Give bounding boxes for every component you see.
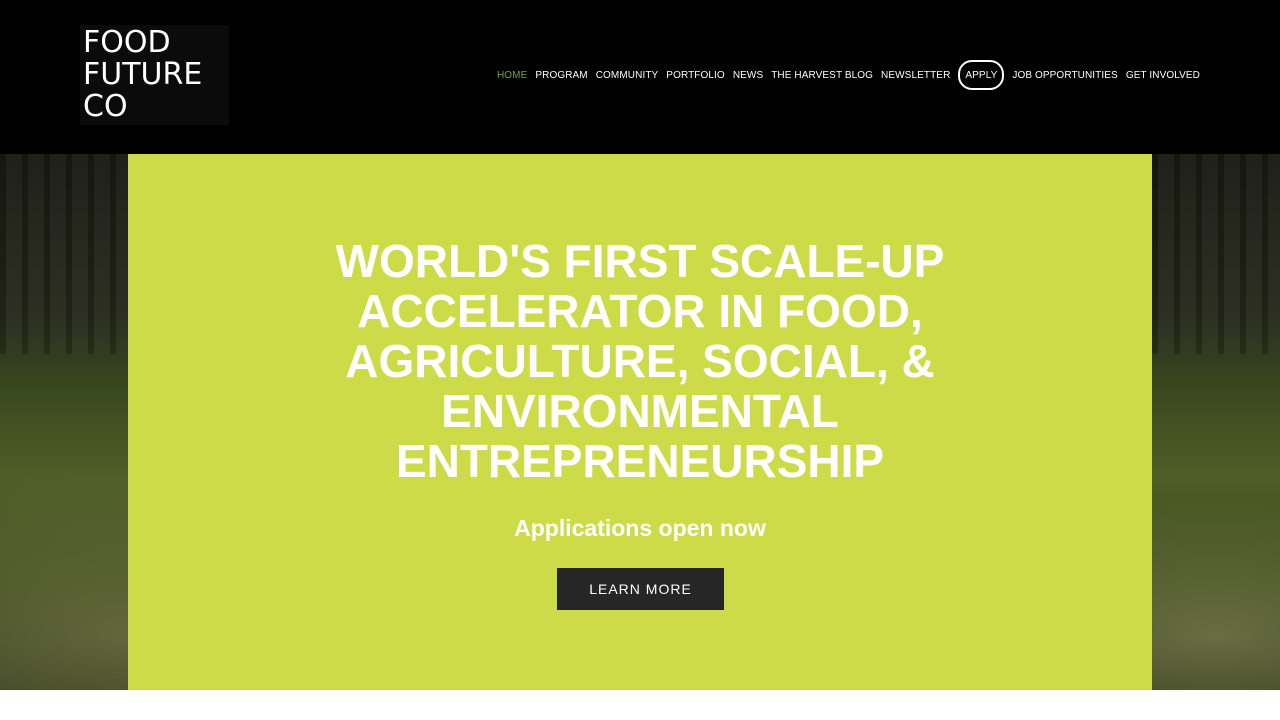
logo-line-1: FOOD <box>83 25 171 60</box>
nav-newsletter[interactable]: NEWSLETTER <box>881 70 950 81</box>
nav-community[interactable]: COMMUNITY <box>596 70 659 81</box>
nav-apply-button[interactable]: APPLY <box>958 60 1005 90</box>
nav-news[interactable]: NEWS <box>733 70 763 81</box>
food-future-co-logo[interactable]: FOOD FUTURE CO <box>80 25 229 125</box>
nav-program[interactable]: PROGRAM <box>535 70 587 81</box>
hero-background-trees-left <box>0 154 128 354</box>
hero-subtitle: Applications open now <box>514 515 766 541</box>
nav-get-involved[interactable]: GET INVOLVED <box>1126 70 1200 81</box>
site-header: FOOD FUTURE CO HOME PROGRAM COMMUNITY PO… <box>0 0 1280 154</box>
nav-portfolio[interactable]: PORTFOLIO <box>666 70 725 81</box>
hero-panel: WORLD'S FIRST SCALE-UP ACCELERATOR IN FO… <box>128 154 1152 690</box>
nav-home[interactable]: HOME <box>497 70 527 81</box>
hero-section: WORLD'S FIRST SCALE-UP ACCELERATOR IN FO… <box>0 154 1280 690</box>
logo-line-2: FUTURE <box>83 57 203 92</box>
logo-line-3: CO <box>83 89 128 124</box>
main-nav: HOME PROGRAM COMMUNITY PORTFOLIO NEWS TH… <box>497 60 1200 90</box>
learn-more-button[interactable]: LEARN MORE <box>557 568 724 610</box>
nav-job-opportunities[interactable]: JOB OPPORTUNITIES <box>1012 70 1117 81</box>
nav-harvest-blog[interactable]: THE HARVEST BLOG <box>771 70 873 81</box>
hero-title: WORLD'S FIRST SCALE-UP ACCELERATOR IN FO… <box>335 235 945 487</box>
hero-background-trees-right <box>1152 154 1280 354</box>
